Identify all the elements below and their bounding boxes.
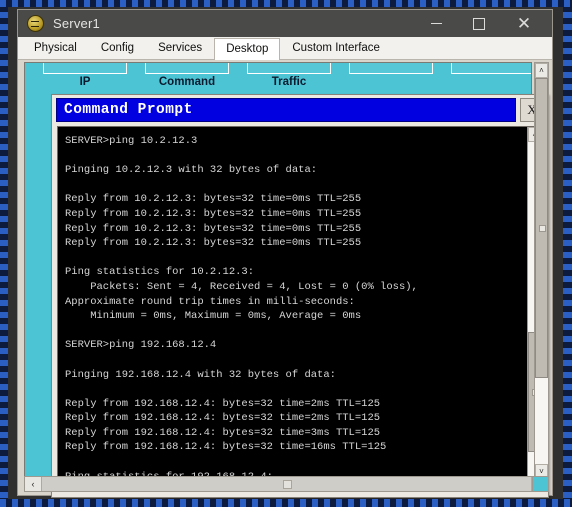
tab-desktop[interactable]: Desktop [214, 38, 281, 60]
tab-services[interactable]: Services [146, 37, 214, 59]
tab-physical[interactable]: Physical [22, 37, 89, 59]
app-tile-frame [451, 63, 531, 74]
tab-config[interactable]: Config [89, 37, 146, 59]
terminal-output[interactable]: SERVER>ping 10.2.12.3 Pinging 10.2.12.3 w… [58, 127, 527, 491]
scrollbar-thumb[interactable] [282, 480, 292, 489]
terminal-line: SERVER>ping 10.2.12.3 [65, 135, 198, 147]
terminal-line: Packets: Sent = 4, Received = 4, Lost = … [65, 280, 418, 293]
terminal-line: Minimum = 0ms, Maximum = 0ms, Average = … [65, 310, 362, 323]
scrollbar-thumb[interactable] [535, 78, 548, 378]
terminal-line: Reply from 10.2.12.3: bytes=32 time=0ms … [65, 222, 362, 235]
tab-strip: Physical Config Services Desktop Custom … [18, 37, 552, 60]
command-prompt-body: SERVER>ping 10.2.12.3 Pinging 10.2.12.3 w… [57, 126, 543, 492]
app-tile-frame [247, 63, 331, 74]
window-title: Server1 [53, 16, 100, 31]
terminal-line: Reply from 192.168.12.4: bytes=32 time=1… [65, 441, 387, 454]
minimize-button[interactable] [418, 10, 454, 37]
command-prompt-title: Command Prompt [56, 98, 516, 122]
desktop-app-5[interactable] [451, 63, 531, 76]
terminal-line: SERVER>ping 192.168.12.4 [65, 339, 217, 352]
app-tile-frame [145, 63, 229, 74]
scroll-left-icon[interactable]: ‹ [25, 477, 42, 491]
terminal-line: Pinging 10.2.12.3 with 32 bytes of data: [65, 164, 318, 177]
device-title-bar[interactable]: Server1 ✕ [18, 10, 552, 37]
desktop-horizontal-scrollbar[interactable]: ‹ › [24, 476, 549, 492]
terminal-line: Pinging 192.168.12.4 with 32 bytes of da… [65, 368, 336, 381]
terminal-line: Approximate round trip times in milli-se… [65, 295, 355, 308]
server-device-icon [27, 15, 44, 32]
maximize-icon [473, 17, 485, 30]
desktop-app-label: IP [79, 76, 91, 88]
command-prompt-window: Command Prompt X SERVER>ping 10.2.12.3 Pi… [51, 94, 549, 498]
minimize-icon [430, 23, 442, 24]
scrollbar-corner [532, 476, 549, 492]
close-icon: ✕ [516, 13, 532, 33]
terminal-line: Reply from 192.168.12.4: bytes=32 time=3… [65, 426, 381, 439]
terminal-line: Reply from 192.168.12.4: bytes=32 time=2… [65, 412, 381, 425]
maximize-button[interactable] [461, 10, 497, 37]
desktop-app-label: Traffic [271, 76, 307, 88]
desktop-vertical-scrollbar[interactable]: ˄ ˅ [534, 62, 549, 480]
terminal-line: Reply from 10.2.12.3: bytes=32 time=0ms … [65, 207, 362, 220]
close-button[interactable]: ✕ [506, 10, 542, 37]
desktop-app-label: Command [158, 76, 216, 88]
terminal-line: Ping statistics for 10.2.12.3: [65, 266, 255, 279]
app-tile-frame [43, 63, 127, 74]
tab-custom-interface[interactable]: Custom Interface [280, 37, 392, 59]
desktop-app-traffic[interactable]: Traffic [247, 63, 331, 88]
device-window: Server1 ✕ Physical Config Services Deskt… [17, 9, 553, 498]
scrollbar-track[interactable] [535, 78, 548, 464]
scrollbar-track[interactable] [42, 477, 531, 491]
scroll-up-icon[interactable]: ˄ [535, 63, 548, 78]
terminal-line: Reply from 192.168.12.4: bytes=32 time=2… [65, 397, 381, 410]
desktop-app-command[interactable]: Command [145, 63, 229, 88]
desktop-app-4[interactable] [349, 63, 433, 76]
command-prompt-title-bar[interactable]: Command Prompt X [56, 98, 544, 122]
terminal-line: Reply from 10.2.12.3: bytes=32 time=0ms … [65, 237, 362, 250]
app-tile-frame [349, 63, 433, 74]
desktop-app-ip[interactable]: IP [43, 63, 127, 88]
terminal-line: Reply from 10.2.12.3: bytes=32 time=0ms … [65, 193, 362, 206]
